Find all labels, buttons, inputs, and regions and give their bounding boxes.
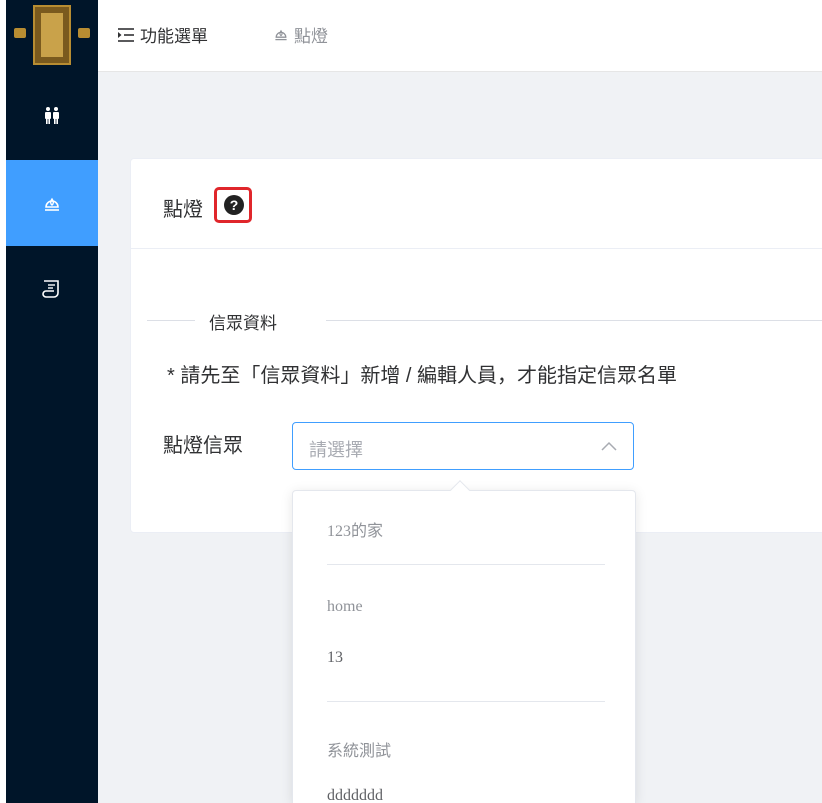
people-icon <box>45 107 59 124</box>
sidebar-item-lamp[interactable] <box>6 160 98 246</box>
devotee-select[interactable]: 請選擇 <box>292 422 634 470</box>
dropdown-option[interactable]: 13 <box>327 649 343 667</box>
lamp-card: 點燈 ? 信眾資料 * 請先至「信眾資料」新增 / 編輯人員，才能指定信眾名單 … <box>130 158 822 533</box>
group-divider <box>327 564 605 565</box>
temple-logo[interactable] <box>6 0 98 72</box>
sidebar <box>0 0 98 803</box>
group-divider <box>327 701 605 702</box>
help-question-icon[interactable]: ? <box>224 195 244 215</box>
devotee-field-label: 點燈信眾 <box>163 435 243 457</box>
scroll-icon <box>42 280 59 298</box>
select-dropdown: 123的家 home 13 系統測試 ddddddd <box>292 480 636 803</box>
sidebar-item-people[interactable] <box>6 72 98 158</box>
lamp-icon <box>45 197 59 211</box>
divider-label: 信眾資料 <box>209 314 277 333</box>
logo-plaque <box>33 5 71 65</box>
group-label: 123的家 <box>327 523 384 540</box>
chevron-up-icon[interactable] <box>601 441 617 451</box>
card-title: 點燈 <box>163 199 203 221</box>
divider-line-right <box>326 320 822 321</box>
help-highlight[interactable]: ? <box>214 187 252 223</box>
group-label: 系統測試 <box>327 743 392 760</box>
dropdown-option[interactable]: ddddddd <box>327 787 383 803</box>
select-placeholder: 請選擇 <box>309 440 363 460</box>
menu-fold-icon[interactable] <box>118 28 134 42</box>
sidebar-item-scroll[interactable] <box>6 246 98 332</box>
logo-ornament-right <box>78 28 90 38</box>
divider-line-left <box>147 320 195 321</box>
card-header: 點燈 ? <box>131 159 822 249</box>
group-label: home <box>327 598 363 615</box>
logo-plaque-inner <box>41 13 63 57</box>
breadcrumb-lamp-icon <box>275 29 287 41</box>
top-header: 功能選單 點燈 <box>98 0 822 72</box>
notice-text: * 請先至「信眾資料」新增 / 編輯人員，才能指定信眾名單 <box>167 365 678 387</box>
logo-ornament-left <box>14 28 26 38</box>
function-menu-label[interactable]: 功能選單 <box>140 22 208 47</box>
breadcrumb-current: 點燈 <box>294 27 328 46</box>
